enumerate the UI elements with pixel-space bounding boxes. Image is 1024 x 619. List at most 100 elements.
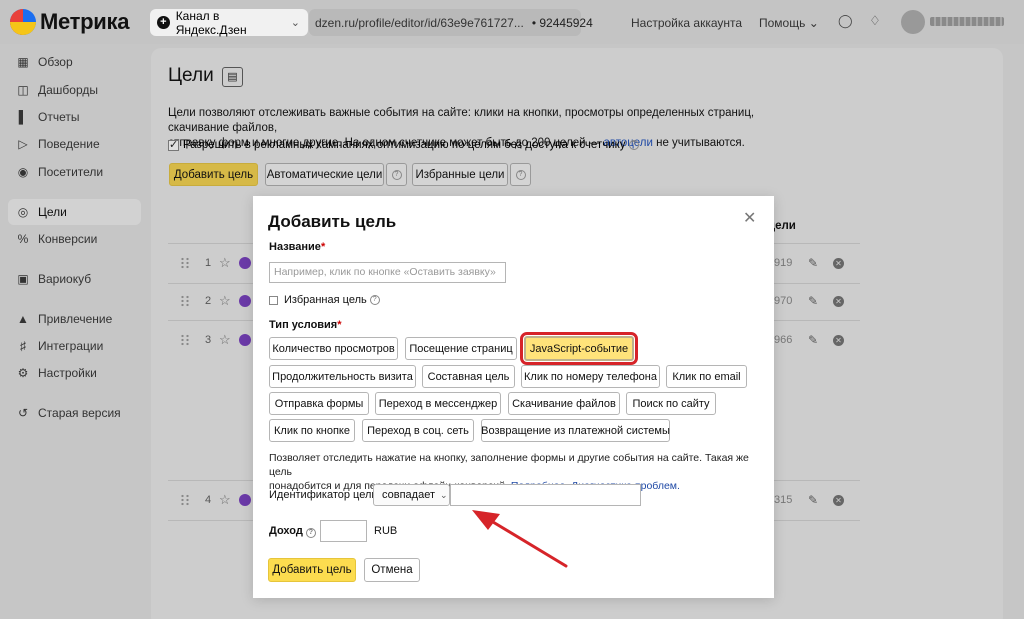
favorite-goals-help-button[interactable]: ? bbox=[510, 163, 531, 186]
bell-icon[interactable]: ♢ bbox=[868, 14, 882, 28]
condition-form-submit[interactable]: Отправка формы bbox=[269, 392, 369, 415]
sidebar-item-behavior[interactable]: ▷ Поведение bbox=[8, 131, 141, 157]
gear-icon: ⚙ bbox=[17, 366, 29, 380]
condition-social[interactable]: Переход в соц. сеть bbox=[362, 419, 474, 442]
close-icon[interactable]: ✕ bbox=[743, 208, 756, 228]
book-icon[interactable]: ▤ bbox=[222, 67, 243, 87]
row-number: 4 bbox=[205, 494, 212, 506]
goal-name-input[interactable]: Например, клик по кнопке «Оставить заявк… bbox=[269, 262, 506, 283]
delete-icon[interactable]: ✕ bbox=[833, 296, 844, 307]
table-row[interactable]: 3 ☆ bbox=[180, 332, 251, 348]
condition-file-download[interactable]: Скачивание файлов bbox=[508, 392, 620, 415]
match-value: совпадает bbox=[382, 489, 435, 501]
help-icon: ? bbox=[391, 169, 402, 180]
chevron-down-icon: ⌄ bbox=[290, 17, 300, 29]
condition-page-visit[interactable]: Посещение страниц bbox=[405, 337, 517, 360]
condition-page-views[interactable]: Количество просмотров bbox=[269, 337, 398, 360]
chevron-down-icon: ⌄ bbox=[808, 16, 819, 30]
condition-email-click[interactable]: Клик по email bbox=[666, 365, 747, 388]
account-settings-link[interactable]: Настройка аккаунта bbox=[631, 16, 742, 30]
table-row[interactable]: 4 ☆ bbox=[180, 492, 251, 508]
sidebar-item-integrations[interactable]: ♯ Интеграции bbox=[8, 333, 141, 359]
help-icon[interactable]: ? bbox=[628, 140, 639, 150]
condition-button-click[interactable]: Клик по кнопке bbox=[269, 419, 355, 442]
favorite-goal-checkbox[interactable] bbox=[269, 295, 278, 305]
star-icon[interactable]: ☆ bbox=[219, 332, 235, 348]
condition-type-label: Тип условия* bbox=[269, 319, 342, 331]
pencil-icon[interactable]: ✎ bbox=[808, 256, 818, 270]
username-blurred[interactable] bbox=[930, 17, 1004, 26]
counter-select[interactable]: + Канал в Яндекс.Дзен ⌄ bbox=[150, 9, 308, 37]
table-row[interactable]: 1 ☆ bbox=[180, 255, 251, 271]
sidebar-item-label: Интеграции bbox=[38, 339, 104, 353]
help-icon[interactable]: ? bbox=[305, 528, 316, 538]
currency-label: RUB bbox=[374, 525, 398, 537]
star-icon[interactable]: ☆ bbox=[219, 492, 235, 508]
favorite-goals-button[interactable]: Избранные цели bbox=[412, 163, 508, 186]
condition-visit-duration[interactable]: Продолжительность визита bbox=[269, 365, 416, 388]
row-tail-value: 970 bbox=[774, 295, 793, 307]
star-icon[interactable]: ☆ bbox=[219, 293, 235, 309]
sidebar-item-acquisition[interactable]: ▲ Привлечение bbox=[8, 306, 141, 332]
delete-icon[interactable]: ✕ bbox=[833, 335, 844, 346]
star-icon[interactable]: ☆ bbox=[219, 255, 235, 271]
drag-handle-icon[interactable] bbox=[180, 494, 190, 506]
sidebar-item-variocube[interactable]: ▣ Вариокуб bbox=[8, 266, 141, 292]
condition-payment-return[interactable]: Возвращение из платежной системы bbox=[481, 419, 670, 442]
revenue-label: Доход? bbox=[269, 525, 316, 538]
delete-icon[interactable]: ✕ bbox=[833, 258, 844, 269]
sidebar-item-visitors[interactable]: ◉ Посетители bbox=[8, 159, 141, 185]
sidebar-item-goals[interactable]: ◎ Цели bbox=[8, 199, 141, 225]
condition-messenger[interactable]: Переход в мессенджер bbox=[375, 392, 501, 415]
sidebar-item-settings[interactable]: ⚙ Настройки bbox=[8, 360, 141, 386]
logo-text: Метрика bbox=[40, 9, 130, 34]
logo[interactable]: Метрика bbox=[10, 9, 129, 35]
dialog-title: Добавить цель bbox=[268, 212, 397, 231]
allow-optimization-checkbox[interactable] bbox=[168, 138, 179, 151]
allow-optimization-row[interactable]: Разрешить в рекламных кампаниях оптимиза… bbox=[168, 138, 639, 151]
favorite-goal-row[interactable]: Избранная цель ? bbox=[269, 294, 380, 306]
avatar[interactable] bbox=[901, 10, 925, 34]
auto-goals-help-button[interactable]: ? bbox=[386, 163, 407, 186]
revenue-label-text: Доход bbox=[269, 525, 303, 537]
sidebar-item-label: Конверсии bbox=[38, 232, 98, 246]
condition-site-search[interactable]: Поиск по сайту bbox=[626, 392, 716, 415]
pencil-icon[interactable]: ✎ bbox=[808, 493, 818, 507]
help-menu[interactable]: Помощь ⌄ bbox=[759, 16, 819, 30]
goal-type-badge bbox=[239, 295, 251, 307]
goal-type-badge bbox=[239, 334, 251, 346]
submit-add-goal-button[interactable]: Добавить цель bbox=[268, 558, 356, 582]
user-icon: ◉ bbox=[17, 165, 29, 179]
goal-type-badge bbox=[239, 257, 251, 269]
condition-javascript-event[interactable]: JavaScript-событие bbox=[520, 332, 638, 365]
help-icon[interactable]: ? bbox=[369, 295, 380, 305]
sidebar-item-overview[interactable]: ▦ Обзор bbox=[8, 49, 141, 75]
cube-icon: ▣ bbox=[17, 272, 29, 286]
delete-icon[interactable]: ✕ bbox=[833, 495, 844, 506]
pencil-icon[interactable]: ✎ bbox=[808, 294, 818, 308]
counter-url-box[interactable]: dzen.ru/profile/editor/id/63e9e761727...… bbox=[309, 9, 593, 36]
sidebar-item-dashboards[interactable]: ◫ Дашборды bbox=[8, 77, 141, 103]
pencil-icon[interactable]: ✎ bbox=[808, 333, 818, 347]
drag-handle-icon[interactable] bbox=[180, 334, 190, 346]
condition-composite[interactable]: Составная цель bbox=[422, 365, 515, 388]
sidebar-item-conversions[interactable]: % Конверсии bbox=[8, 226, 141, 252]
sidebar-item-old-version[interactable]: ↺ Старая версия bbox=[8, 400, 141, 426]
grid-icon: ▦ bbox=[17, 55, 29, 69]
row-tail-value: 966 bbox=[774, 334, 793, 346]
condition-phone-click[interactable]: Клик по номеру телефона bbox=[521, 365, 660, 388]
drag-handle-icon[interactable] bbox=[180, 257, 190, 269]
identifier-input[interactable] bbox=[450, 484, 641, 506]
cancel-button[interactable]: Отмена bbox=[364, 558, 420, 582]
revenue-input[interactable] bbox=[320, 520, 367, 542]
auto-goals-button[interactable]: Автоматические цели bbox=[265, 163, 384, 186]
drag-handle-icon[interactable] bbox=[180, 295, 190, 307]
sidebar-item-label: Посетители bbox=[38, 165, 104, 179]
chat-icon[interactable]: ◯ bbox=[838, 14, 853, 28]
match-select[interactable]: совпадает ⌄ bbox=[373, 484, 450, 506]
table-row[interactable]: 2 ☆ bbox=[180, 293, 251, 309]
add-goal-button[interactable]: Добавить цель bbox=[169, 163, 258, 186]
undo-icon: ↺ bbox=[17, 406, 29, 420]
sidebar-item-reports[interactable]: ▌ Отчеты bbox=[8, 104, 141, 130]
sidebar-item-label: Настройки bbox=[38, 366, 97, 380]
